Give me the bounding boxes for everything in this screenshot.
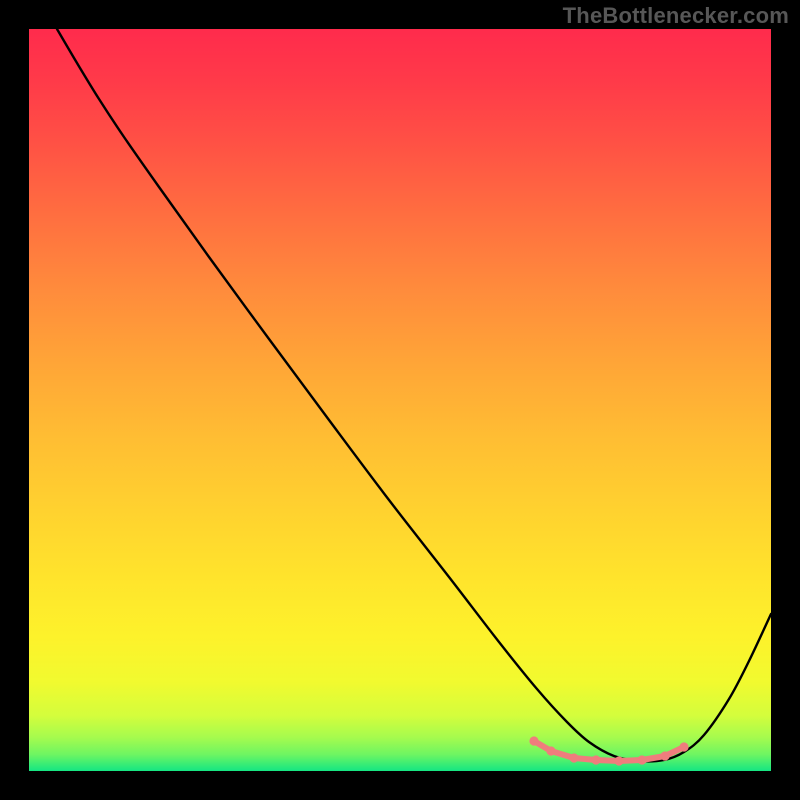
- optimal-highlight-dot: [569, 753, 578, 762]
- chart-frame: TheBottlenecker.com: [0, 0, 800, 800]
- optimal-highlight-dot: [660, 751, 669, 760]
- chart-svg: [29, 29, 771, 771]
- optimal-highlight-dot: [529, 736, 538, 745]
- optimal-highlight-dot: [546, 746, 555, 755]
- optimal-highlight-dot: [591, 755, 600, 764]
- optimal-highlight-dot: [614, 756, 623, 765]
- watermark-text: TheBottlenecker.com: [563, 3, 789, 29]
- optimal-highlight-markers: [529, 736, 688, 765]
- optimal-highlight-dot: [637, 755, 646, 764]
- optimal-highlight-dot: [679, 742, 688, 751]
- bottleneck-curve: [57, 29, 771, 761]
